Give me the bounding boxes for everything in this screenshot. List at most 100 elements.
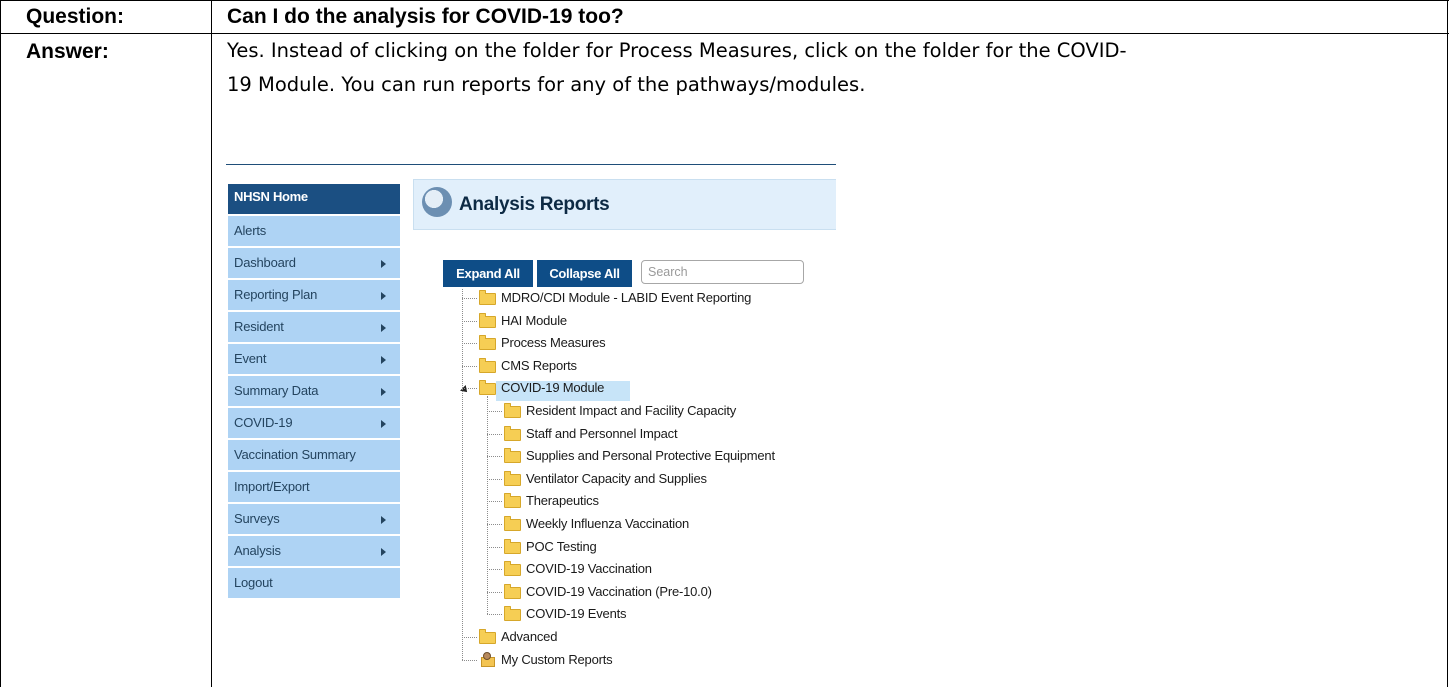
tree-item-label: Ventilator Capacity and Supplies [526, 470, 707, 486]
answer-label: Answer: [26, 40, 109, 63]
tree-connector [487, 569, 502, 571]
sidebar-item-label: Summary Data [234, 383, 319, 398]
submenu-arrow-icon [381, 260, 386, 268]
tree-connector [487, 614, 502, 616]
sidebar-item-logout[interactable]: Logout [228, 568, 400, 598]
tree-connector [462, 320, 477, 322]
sidebar-item-covid-19[interactable]: COVID-19 [228, 408, 400, 438]
tree-connector [487, 524, 502, 525]
folder-icon [504, 493, 521, 509]
tree-connector [487, 411, 502, 412]
tree-connector [462, 298, 477, 299]
answer-line-1: Yes. Instead of clicking on the folder f… [227, 39, 1127, 62]
folder-icon [479, 629, 496, 644]
folder-icon [504, 538, 521, 554]
sidebar-item-label: Resident [234, 319, 284, 334]
folder-icon [504, 425, 521, 441]
tree-connector [462, 289, 463, 660]
sidebar-item-vaccination-summary[interactable]: Vaccination Summary [228, 440, 400, 470]
tree-item-label: COVID-19 Events [526, 606, 627, 622]
tree-connector [487, 396, 488, 615]
tree-item-label: COVID-19 Vaccination [526, 561, 652, 577]
submenu-arrow-icon [381, 292, 386, 300]
folder-icon [504, 470, 521, 486]
folder-icon [504, 583, 521, 599]
question-text: Can I do the analysis for COVID-19 too? [227, 5, 624, 28]
table-column-divider [211, 0, 212, 687]
sidebar-item-nhsn-home[interactable]: NHSN Home [228, 184, 400, 214]
nhsn-sidebar: NHSN Home Alerts Dashboard Reporting Plan R… [228, 184, 400, 598]
question-label: Question: [26, 5, 124, 28]
tree-connector [462, 343, 477, 345]
sidebar-item-label: Alerts [234, 223, 267, 238]
expand-all-button[interactable]: Expand All [443, 260, 533, 287]
search-input[interactable] [641, 260, 804, 284]
sidebar-item-label: Dashboard [234, 255, 296, 270]
folder-icon [479, 380, 496, 396]
folder-icon [479, 290, 496, 305]
tree-item-label: COVID-19 Module [501, 380, 605, 396]
sidebar-item-summary-data[interactable]: Summary Data [228, 376, 400, 406]
tree-item-label: Resident Impact and Facility Capacity [526, 403, 737, 418]
tree-item-label: Advanced [501, 629, 558, 644]
tree-item-label: Therapeutics [526, 493, 599, 509]
sidebar-item-event[interactable]: Event [228, 344, 400, 374]
sidebar-item-alerts[interactable]: Alerts [228, 216, 400, 246]
table-border-left [0, 0, 1, 687]
custom-reports-icon [479, 651, 496, 668]
submenu-arrow-icon [381, 388, 386, 396]
tree-connector [487, 478, 502, 480]
tree-item-label: MDRO/CDI Module - LABID Event Reporting [501, 290, 752, 305]
tree-item-label: Weekly Influenza Vaccination [526, 516, 690, 531]
folder-icon [479, 312, 496, 328]
tree-connector [462, 659, 477, 661]
analysis-reports-header: Analysis Reports [413, 179, 836, 230]
tree-item-label: POC Testing [526, 538, 597, 554]
sidebar-item-label: Event [234, 351, 267, 366]
answer-line-2: 19 Module. You can run reports for any o… [227, 73, 866, 96]
folder-icon [479, 335, 496, 351]
collapse-all-button[interactable]: Collapse All [537, 260, 632, 287]
submenu-arrow-icon [381, 420, 386, 428]
submenu-arrow-icon [381, 516, 386, 524]
sidebar-item-label: COVID-19 [234, 415, 293, 430]
folder-icon [504, 606, 521, 622]
sidebar-item-surveys[interactable]: Surveys [228, 504, 400, 534]
sidebar-item-dashboard[interactable]: Dashboard [228, 248, 400, 278]
sidebar-item-label: Vaccination Summary [234, 447, 356, 462]
sidebar-item-label: Surveys [234, 511, 280, 526]
folder-icon [479, 357, 496, 373]
analysis-reports-icon [422, 187, 452, 217]
tree-connector [462, 637, 477, 638]
sidebar-item-label: Reporting Plan [234, 287, 318, 302]
sidebar-item-label: Import/Export [234, 479, 310, 494]
folder-icon [504, 448, 521, 464]
sidebar-item-analysis[interactable]: Analysis [228, 536, 400, 566]
nhsn-screenshot: NHSN Home Alerts Dashboard Reporting Plan R… [226, 164, 836, 687]
tree-item-label: CMS Reports [501, 357, 577, 373]
submenu-arrow-icon [381, 324, 386, 332]
table-border-right [1447, 0, 1448, 687]
tree-item-label: HAI Module [501, 312, 567, 328]
tree-connector [487, 501, 502, 503]
sidebar-item-label: Logout [234, 575, 273, 590]
tree-connector [462, 388, 477, 390]
tree-item-label: Staff and Personnel Impact [526, 425, 678, 441]
sidebar-item-resident[interactable]: Resident [228, 312, 400, 342]
folder-icon [504, 561, 521, 577]
tree-connector [462, 365, 477, 367]
table-border-top [0, 0, 1449, 1]
screenshot-top-rule [226, 164, 836, 165]
sidebar-item-label: Analysis [234, 543, 281, 558]
tree-connector [487, 591, 502, 593]
submenu-arrow-icon [381, 548, 386, 556]
tree-connector [487, 456, 502, 458]
folder-icon [504, 516, 521, 531]
tree-item-label: COVID-19 Vaccination (Pre-10.0) [526, 583, 712, 599]
tree-item-label: My Custom Reports [501, 651, 613, 667]
sidebar-item-reporting-plan[interactable]: Reporting Plan [228, 280, 400, 310]
folder-icon [504, 403, 521, 418]
sidebar-item-import-export[interactable]: Import/Export [228, 472, 400, 502]
submenu-arrow-icon [381, 356, 386, 364]
tree-connector [487, 546, 502, 548]
